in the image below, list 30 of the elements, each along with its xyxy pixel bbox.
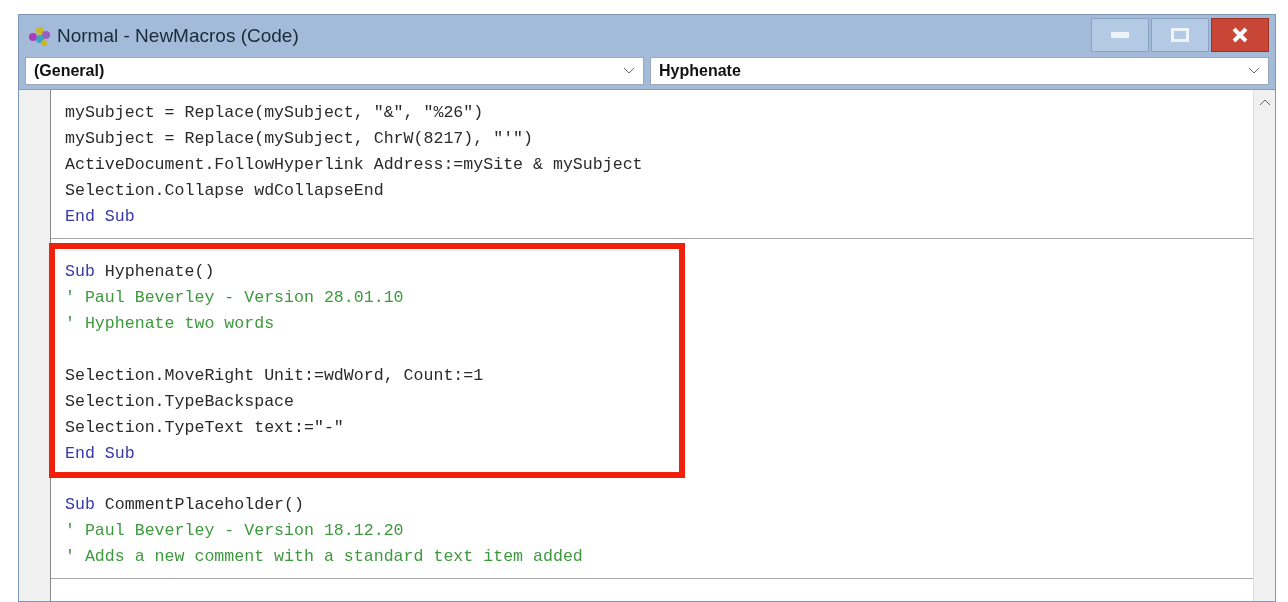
object-dropdown[interactable]: (General)	[25, 57, 644, 85]
code-text: mySubject = Replace(mySubject, ChrW(8217), "'")	[65, 129, 534, 148]
scrollbar[interactable]	[1253, 90, 1275, 601]
chevron-down-icon	[1248, 67, 1260, 75]
maximize-icon	[1171, 28, 1189, 42]
window-title: Normal - NewMacros (Code)	[57, 23, 299, 48]
code-keyword: Sub	[65, 495, 95, 514]
close-button[interactable]	[1211, 18, 1269, 52]
code-text: Selection.TypeText text:="-"	[65, 418, 344, 437]
code-keyword: End Sub	[65, 207, 135, 226]
macro-icon	[27, 25, 53, 47]
procedure-dropdown[interactable]: Hyphenate	[650, 57, 1269, 85]
code-comment: ' Paul Beverley - Version 28.01.10	[65, 288, 404, 307]
chevron-down-icon	[623, 67, 635, 75]
code-text: Selection.MoveRight Unit:=wdWord, Count:=1	[65, 366, 484, 385]
code-text: CommentPlaceholder()	[103, 495, 304, 514]
code-text: Selection.Collapse wdCollapseEnd	[65, 181, 384, 200]
code-text: Hyphenate()	[103, 262, 215, 281]
code-keyword: Sub	[65, 262, 95, 281]
code-keyword: End Sub	[65, 444, 135, 463]
code-text: ActiveDocument.FollowHyperlink Address:=mySite & mySubject	[65, 155, 643, 174]
minimize-button[interactable]	[1091, 18, 1149, 52]
close-icon	[1231, 26, 1249, 44]
code-text: mySubject = Replace(mySubject, "&", "%26")	[65, 103, 484, 122]
code-comment: ' Adds a new comment with a standard text item added	[65, 547, 583, 566]
scroll-up-icon[interactable]	[1258, 98, 1271, 106]
code-comment: ' Hyphenate two words	[65, 314, 275, 333]
minimize-icon	[1111, 32, 1129, 38]
code-comment: ' Paul Beverley - Version 18.12.20	[65, 521, 404, 540]
code-text: Selection.TypeBackspace	[65, 392, 295, 411]
